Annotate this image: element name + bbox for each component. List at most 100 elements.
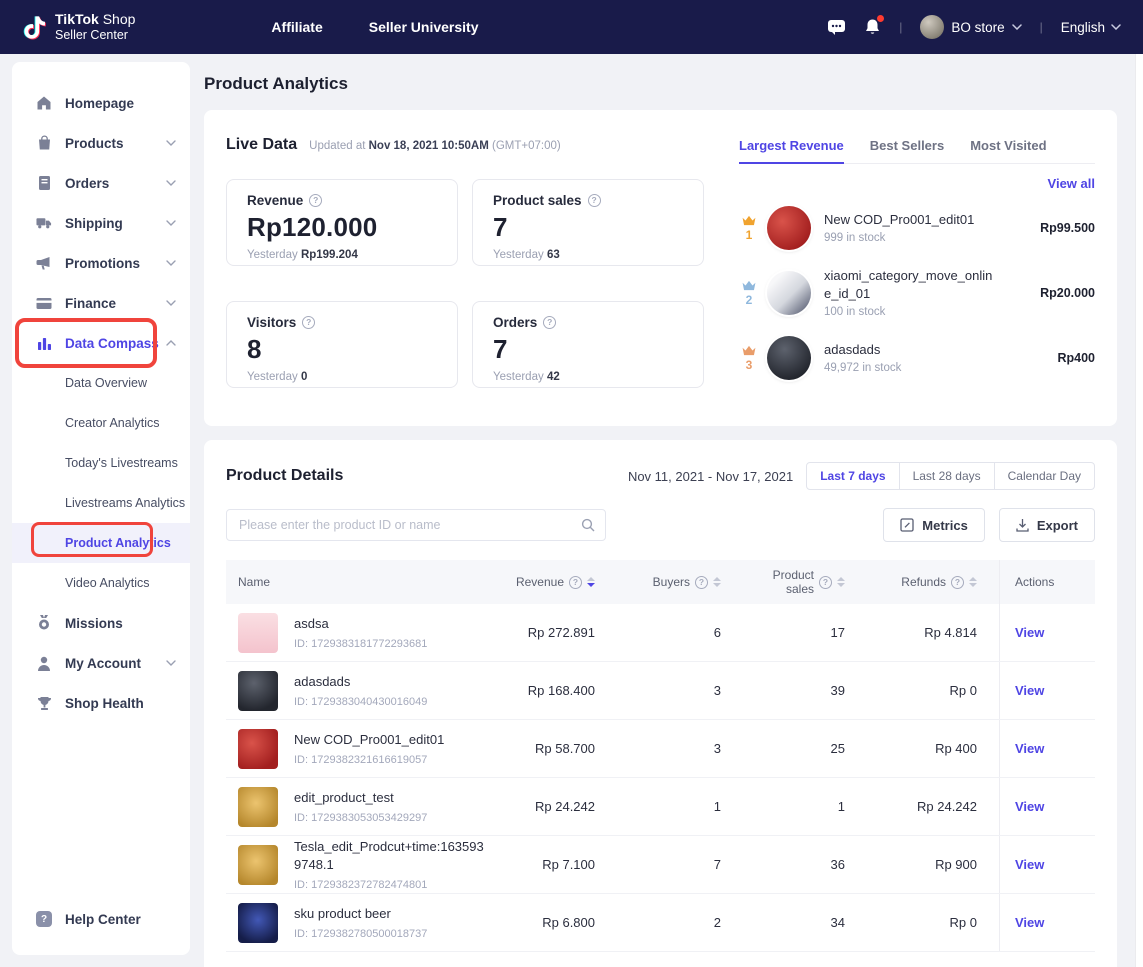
orders-value: 7: [493, 334, 683, 365]
tab-most-visited[interactable]: Most Visited: [970, 132, 1046, 163]
range-last-28-days[interactable]: Last 28 days: [899, 463, 994, 489]
sort-icon[interactable]: [837, 577, 845, 587]
search-input[interactable]: [239, 518, 581, 532]
help-circle-icon[interactable]: [302, 316, 315, 329]
stat-card-revenue: Revenue Rp120.000 Yesterday Rp199.204: [226, 179, 458, 266]
chevron-down-icon: [166, 140, 176, 146]
product-image: [238, 787, 278, 827]
card-icon: [36, 297, 52, 310]
nav-affiliate[interactable]: Affiliate: [271, 19, 322, 35]
notification-dot: [877, 15, 884, 22]
bag-icon: [36, 135, 52, 151]
sidebar-item-livestreams-analytics[interactable]: Livestreams Analytics: [12, 483, 190, 523]
help-circle-icon[interactable]: [543, 316, 556, 329]
product-image: [767, 271, 811, 315]
chat-icon[interactable]: [827, 19, 846, 36]
sidebar-item-video-analytics[interactable]: Video Analytics: [12, 563, 190, 603]
help-circle-icon[interactable]: [695, 576, 708, 589]
range-calendar-day[interactable]: Calendar Day: [994, 463, 1094, 489]
view-link[interactable]: View: [1015, 683, 1044, 698]
sidebar-item-data-compass[interactable]: Data Compass: [12, 323, 190, 363]
window-scrollbar[interactable]: [1135, 54, 1143, 967]
table-row: asdsaID: 1729383181772293681 Rp 272.891 …: [226, 604, 1095, 662]
product-image: [238, 613, 278, 653]
megaphone-icon: [36, 256, 52, 271]
help-circle-icon[interactable]: [588, 194, 601, 207]
sidebar-item-missions[interactable]: Missions: [12, 603, 190, 643]
metrics-button[interactable]: Metrics: [883, 508, 985, 542]
sidebar-item-data-overview[interactable]: Data Overview: [12, 363, 190, 403]
sidebar-item-todays-livestreams[interactable]: Today's Livestreams: [12, 443, 190, 483]
live-data-card: Live Data Updated at Nov 18, 2021 10:50A…: [204, 110, 1117, 426]
view-link[interactable]: View: [1015, 625, 1044, 640]
table-row: sku product beerID: 1729382780500018737 …: [226, 894, 1095, 952]
trophy-icon: [36, 696, 52, 711]
crown-icon: 1: [739, 214, 759, 242]
sidebar-item-my-account[interactable]: My Account: [12, 643, 190, 683]
table-row: adasdadsID: 1729383040430016049 Rp 168.4…: [226, 662, 1095, 720]
chevron-up-icon: [166, 340, 176, 346]
col-buyers[interactable]: Buyers: [653, 575, 721, 589]
view-all-link[interactable]: View all: [1048, 176, 1095, 191]
sidebar-item-promotions[interactable]: Promotions: [12, 243, 190, 283]
home-icon: [36, 95, 52, 111]
sidebar-item-homepage[interactable]: Homepage: [12, 83, 190, 123]
bar-chart-icon: [36, 336, 52, 351]
help-circle-icon[interactable]: [819, 576, 832, 589]
chevron-down-icon: [166, 260, 176, 266]
revenue-value: Rp120.000: [247, 212, 437, 243]
sidebar-item-product-analytics[interactable]: Product Analytics: [12, 523, 190, 563]
product-details-card: Product Details Nov 11, 2021 - Nov 17, 2…: [204, 440, 1117, 967]
product-search[interactable]: [226, 509, 606, 541]
table-row: edit_product_testID: 1729383053053429297…: [226, 778, 1095, 836]
col-actions: Actions: [999, 560, 1095, 604]
stat-card-orders: Orders 7 Yesterday 42: [472, 301, 704, 388]
col-revenue[interactable]: Revenue: [516, 575, 595, 589]
range-last-7-days[interactable]: Last 7 days: [807, 463, 898, 489]
date-range-label: Nov 11, 2021 - Nov 17, 2021: [628, 469, 793, 484]
sort-icon[interactable]: [713, 577, 721, 587]
sort-icon[interactable]: [587, 577, 595, 587]
page-title: Product Analytics: [204, 74, 1117, 94]
sidebar-item-shipping[interactable]: Shipping: [12, 203, 190, 243]
sidebar-item-help-center[interactable]: ? Help Center: [12, 911, 190, 927]
help-circle-icon[interactable]: [569, 576, 582, 589]
sort-icon[interactable]: [969, 577, 977, 587]
col-refunds[interactable]: Refunds: [901, 575, 977, 589]
col-name: Name: [226, 575, 489, 589]
help-circle-icon[interactable]: [951, 576, 964, 589]
sidebar-item-products[interactable]: Products: [12, 123, 190, 163]
tab-best-sellers[interactable]: Best Sellers: [870, 132, 944, 163]
product-image: [238, 671, 278, 711]
nav-seller-university[interactable]: Seller University: [369, 19, 479, 35]
sidebar-item-finance[interactable]: Finance: [12, 283, 190, 323]
view-link[interactable]: View: [1015, 857, 1044, 872]
view-link[interactable]: View: [1015, 799, 1044, 814]
ranking-item[interactable]: 2 xiaomi_category_move_online_id_01 100 …: [739, 260, 1095, 325]
language-switcher[interactable]: English: [1061, 20, 1121, 35]
search-icon[interactable]: [581, 518, 595, 532]
ranking-item[interactable]: 1 New COD_Pro001_edit01 999 in stock Rp9…: [739, 195, 1095, 260]
chevron-down-icon: [166, 180, 176, 186]
help-icon: ?: [36, 911, 52, 927]
sidebar-item-creator-analytics[interactable]: Creator Analytics: [12, 403, 190, 443]
col-product-sales[interactable]: Product sales: [743, 568, 845, 596]
product-image: [767, 206, 811, 250]
chevron-down-icon: [166, 300, 176, 306]
help-circle-icon[interactable]: [309, 194, 322, 207]
ranking-item[interactable]: 3 adasdads 49,972 in stock Rp400: [739, 325, 1095, 390]
sidebar: Homepage Products Orders Shipping Promot…: [12, 62, 190, 955]
divider: |: [899, 20, 902, 34]
tiktok-logo[interactable]: TikTok Shop Seller Center: [22, 11, 135, 43]
view-link[interactable]: View: [1015, 915, 1044, 930]
sidebar-item-orders[interactable]: Orders: [12, 163, 190, 203]
sidebar-item-shop-health[interactable]: Shop Health: [12, 683, 190, 723]
view-link[interactable]: View: [1015, 741, 1044, 756]
store-switcher[interactable]: BO store: [920, 15, 1021, 39]
tiktok-note-icon: [22, 14, 46, 41]
export-button[interactable]: Export: [999, 508, 1095, 542]
chevron-down-icon: [166, 220, 176, 226]
bell-icon[interactable]: [864, 18, 881, 36]
tab-largest-revenue[interactable]: Largest Revenue: [739, 132, 844, 164]
table-header: Name Revenue Buyers Product sales Refund…: [226, 560, 1095, 604]
